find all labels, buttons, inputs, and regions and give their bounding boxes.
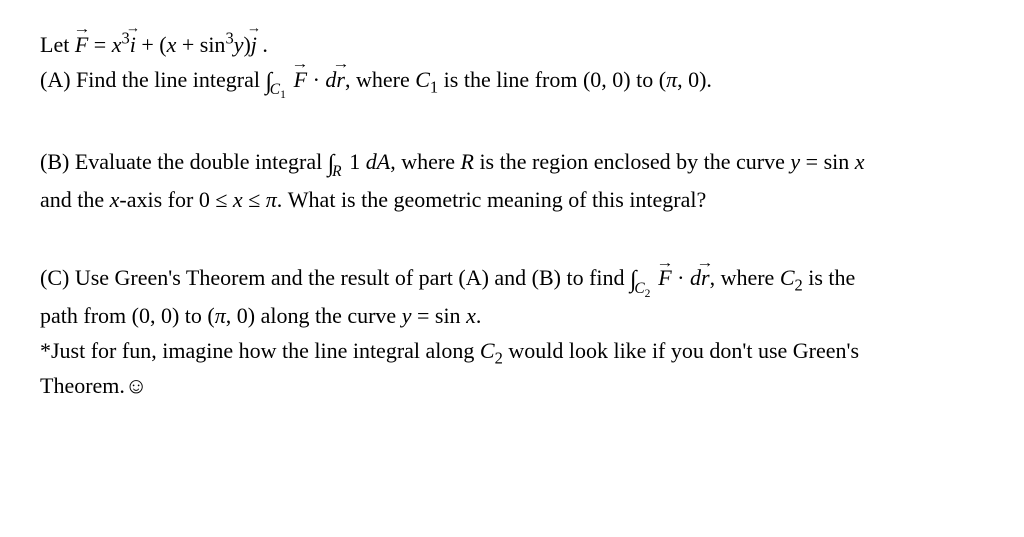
- text: ≤: [243, 187, 266, 212]
- text: + sin: [176, 32, 225, 57]
- vector-F: F: [75, 30, 88, 61]
- part-b: (B) Evaluate the double integral ∫R 1 dA…: [40, 147, 984, 216]
- text: , 0).: [677, 67, 712, 92]
- text: Let: [40, 32, 75, 57]
- integral-sub: C2: [634, 280, 650, 297]
- var-y: y: [402, 303, 412, 328]
- var-x: x: [110, 187, 120, 212]
- var-C: C: [415, 67, 430, 92]
- text: .: [476, 303, 482, 328]
- text: is the: [803, 265, 856, 290]
- text: *Just for fun, imagine how the line inte…: [40, 338, 480, 363]
- text: -axis for 0 ≤: [119, 187, 233, 212]
- smiley-icon: ☺: [125, 373, 147, 398]
- part-c-line4: Theorem.☺: [40, 371, 984, 402]
- text: . What is the geometric meaning of this …: [277, 187, 706, 212]
- text: = sin: [411, 303, 466, 328]
- text: (B) Evaluate the double integral: [40, 149, 328, 174]
- unit-i: i: [130, 30, 136, 61]
- text: (C) Use Green's Theorem and the result o…: [40, 265, 630, 290]
- text: , where: [710, 265, 780, 290]
- text: = sin: [800, 149, 855, 174]
- text: is the region enclosed by the curve: [474, 149, 790, 174]
- pi: π: [266, 187, 277, 212]
- var-x: x: [233, 187, 243, 212]
- part-c-line2: path from (0, 0) to (π, 0) along the cur…: [40, 301, 984, 332]
- part-a-line: (A) Find the line integral ∫C1 F · dr, w…: [40, 65, 984, 99]
- integral-sub: R: [332, 163, 341, 180]
- subscript: 2: [795, 276, 803, 295]
- text: , where: [390, 149, 460, 174]
- text: + (: [136, 32, 167, 57]
- subscript: 2: [495, 348, 503, 367]
- vector-F: F: [658, 263, 671, 294]
- text: path from (0, 0) to (: [40, 303, 215, 328]
- part-c-line1: (C) Use Green's Theorem and the result o…: [40, 263, 984, 297]
- problem-intro-and-a: Let F = x3i + (x + sin3y)j . (A) Find th…: [40, 30, 984, 99]
- var-x: x: [112, 32, 122, 57]
- var-y: y: [790, 149, 800, 174]
- pi: π: [666, 67, 677, 92]
- pi: π: [215, 303, 226, 328]
- exponent: 3: [225, 29, 233, 48]
- text: ·: [307, 67, 325, 92]
- subscript: 1: [430, 77, 438, 96]
- part-c: (C) Use Green's Theorem and the result o…: [40, 263, 984, 401]
- text: and the: [40, 187, 110, 212]
- vector-r: r: [701, 263, 710, 294]
- intro-line: Let F = x3i + (x + sin3y)j .: [40, 30, 984, 61]
- text: Theorem.: [40, 373, 125, 398]
- text: , 0) along the curve: [226, 303, 402, 328]
- text: , where: [345, 67, 415, 92]
- text: (A) Find the line integral: [40, 67, 265, 92]
- vector-r: r: [336, 65, 345, 96]
- var-C: C: [780, 265, 795, 290]
- part-b-line2: and the x-axis for 0 ≤ x ≤ π. What is th…: [40, 185, 984, 216]
- var-R: R: [460, 149, 473, 174]
- text: 1: [344, 149, 366, 174]
- dA: dA: [366, 149, 390, 174]
- part-b-line1: (B) Evaluate the double integral ∫R 1 dA…: [40, 147, 984, 181]
- var-y: y: [234, 32, 244, 57]
- part-c-line3: *Just for fun, imagine how the line inte…: [40, 336, 984, 367]
- unit-j: j: [251, 30, 257, 61]
- text: would look like if you don't use Green's: [503, 338, 859, 363]
- text: =: [88, 32, 111, 57]
- var-x: x: [466, 303, 476, 328]
- text: ·: [672, 265, 690, 290]
- vector-F: F: [294, 65, 307, 96]
- text: is the line from (0, 0) to (: [438, 67, 666, 92]
- var-C: C: [480, 338, 495, 363]
- integral-sub: C1: [270, 81, 286, 98]
- var-x: x: [855, 149, 865, 174]
- var-x: x: [167, 32, 177, 57]
